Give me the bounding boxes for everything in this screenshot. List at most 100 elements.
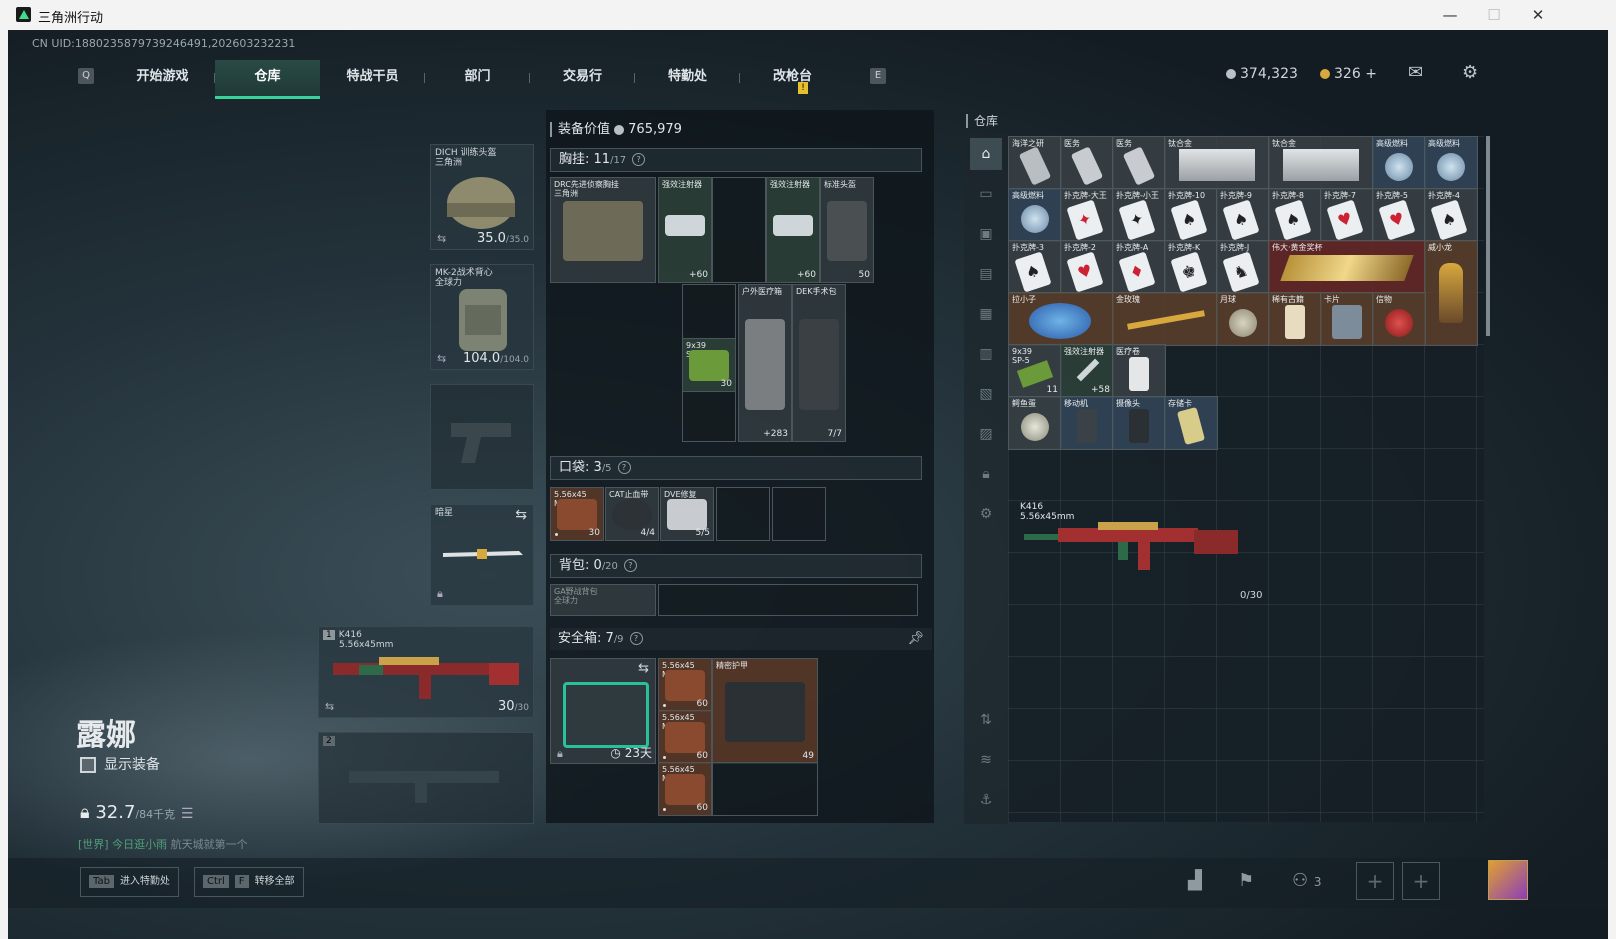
pocket-item[interactable]: 5.56x45M85530: [550, 487, 604, 541]
empty-cell[interactable]: [712, 177, 766, 283]
add-teammate-button[interactable]: +: [1402, 862, 1440, 900]
squad-icon[interactable]: ⚇ 3: [1292, 870, 1322, 891]
category-medical-icon[interactable]: ▦: [970, 298, 1002, 330]
pin-icon[interactable]: 📌︎: [907, 628, 924, 650]
storage-item[interactable]: 钛合金: [1268, 136, 1374, 190]
pistol-slot[interactable]: [430, 384, 534, 490]
storage-item[interactable]: 海洋之研: [1008, 136, 1062, 190]
tab-department[interactable]: 部门: [425, 60, 530, 96]
storage-item[interactable]: 稀有古籍: [1268, 292, 1322, 346]
storage-item[interactable]: 强效注射器 +58: [1060, 344, 1114, 398]
storage-item[interactable]: 扑克牌-10 ♠: [1164, 188, 1218, 242]
nav-left-key[interactable]: Q: [78, 68, 94, 84]
backpack-item[interactable]: GA野战背包 全球力: [550, 584, 656, 616]
primary-weapon-slot[interactable]: 1 K416 5.56x45mm ⇆ 30/30: [318, 626, 534, 718]
category-settings-icon[interactable]: ⚙: [970, 498, 1002, 530]
storage-item[interactable]: 摄像头: [1112, 396, 1166, 450]
storage-grid[interactable]: 海洋之研 医务 医务 钛合金 钛合金 高级燃料 高级燃料 高级燃料 扑克牌-大王…: [1008, 136, 1484, 822]
swap-icon[interactable]: ⇆: [515, 507, 527, 523]
storage-item[interactable]: 高级燃料: [1424, 136, 1478, 190]
transfer-all-hint[interactable]: Ctrl F 转移全部: [194, 867, 304, 897]
tab-gunsmith[interactable]: 改枪台: [740, 60, 845, 96]
chest-item[interactable]: 标准头盔 50: [820, 177, 874, 283]
tab-market[interactable]: 交易行: [530, 60, 635, 96]
chest-item[interactable]: 强效注射器 +60: [658, 177, 712, 283]
storage-item[interactable]: 高级燃料: [1372, 136, 1426, 190]
vest-slot[interactable]: MK-2战术背心 全球力 ⇆ 104.0/104.0: [430, 264, 534, 370]
category-collectibles-icon[interactable]: ▧: [970, 378, 1002, 410]
sort-icon[interactable]: ⇅: [970, 704, 1002, 736]
show-equipment-toggle[interactable]: 显示装备: [80, 754, 160, 774]
category-ammo-icon[interactable]: ▤: [970, 258, 1002, 290]
category-locked-icon[interactable]: 🔒︎: [970, 458, 1002, 490]
storage-item[interactable]: 扑克牌-A ♦: [1112, 240, 1166, 294]
storage-item[interactable]: 钛合金: [1164, 136, 1270, 190]
secondary-weapon-slot[interactable]: 2: [318, 732, 534, 824]
tab-warehouse[interactable]: 仓库: [215, 60, 320, 99]
maximize-button[interactable]: ☐: [1476, 4, 1512, 26]
storage-item[interactable]: 扑克牌-J ♞: [1216, 240, 1270, 294]
storage-scrollbar[interactable]: [1486, 136, 1490, 336]
category-all-icon[interactable]: ⌂: [970, 138, 1002, 170]
swap-icon[interactable]: ⇆: [638, 661, 649, 676]
checkbox[interactable]: [80, 757, 96, 773]
storage-item[interactable]: 拉小子: [1008, 292, 1114, 346]
empty-cell[interactable]: [772, 487, 826, 541]
anchor-icon[interactable]: ⚓︎: [970, 784, 1002, 816]
pocket-item[interactable]: DVE修复 5/5: [660, 487, 714, 541]
storage-item[interactable]: 9x39 SP-5 11: [1008, 344, 1062, 398]
tab-special-ops[interactable]: 特勤处: [635, 60, 740, 96]
safebox-item[interactable]: 精密护甲 49: [712, 658, 818, 764]
safebox-item[interactable]: 5.56x45M855A160: [658, 658, 712, 712]
enter-special-ops-hint[interactable]: Tab 进入特勤处: [80, 867, 179, 897]
tab-operators[interactable]: 特战干员: [320, 60, 425, 96]
storage-item[interactable]: 高级燃料: [1008, 188, 1062, 242]
category-equipment-icon[interactable]: ▣: [970, 218, 1002, 250]
pocket-item[interactable]: CAT止血带 4/4: [605, 487, 659, 541]
chest-rig-item[interactable]: DRC先进侦察胸挂 三角洲: [550, 177, 656, 283]
melee-slot[interactable]: 暗星 ⇆ 🔒︎: [430, 504, 534, 606]
gold-currency[interactable]: 326 +: [1320, 66, 1377, 82]
storage-item[interactable]: 移动机: [1060, 396, 1114, 450]
storage-item[interactable]: 卡片: [1320, 292, 1374, 346]
tab-start-game[interactable]: 开始游戏: [110, 60, 215, 96]
settings-gear-icon[interactable]: ⚙: [1462, 62, 1478, 83]
storage-item[interactable]: 医务: [1060, 136, 1114, 190]
category-keys-icon[interactable]: ▨: [970, 418, 1002, 450]
empty-cell[interactable]: [712, 762, 818, 816]
storage-item[interactable]: 鳄鱼蛋: [1008, 396, 1062, 450]
storage-item[interactable]: 信物: [1372, 292, 1426, 346]
storage-item[interactable]: 扑克牌-小王 ✦: [1112, 188, 1166, 242]
add-teammate-button[interactable]: +: [1356, 862, 1394, 900]
storage-item[interactable]: 伟大·黄金奖杯: [1268, 240, 1426, 294]
category-tools-icon[interactable]: ▥: [970, 338, 1002, 370]
storage-item[interactable]: 存储卡: [1164, 396, 1218, 450]
help-icon[interactable]: ?: [623, 559, 637, 572]
help-icon[interactable]: ?: [617, 461, 631, 474]
storage-item[interactable]: 扑克牌-K ♚: [1164, 240, 1218, 294]
safebox-item[interactable]: 5.56x45M855A160: [658, 762, 712, 816]
storage-item[interactable]: 威小龙: [1424, 240, 1478, 346]
safebox-container[interactable]: ⇆ 🔒︎ ◷ 23天: [550, 658, 656, 764]
close-button[interactable]: ✕: [1520, 4, 1556, 26]
storage-item[interactable]: 扑克牌-9 ♠: [1216, 188, 1270, 242]
category-weapons-icon[interactable]: ▭: [970, 178, 1002, 210]
storage-item[interactable]: 扑克牌-5 ♥: [1372, 188, 1426, 242]
help-icon[interactable]: ?: [629, 632, 643, 645]
player-avatar[interactable]: [1488, 860, 1528, 900]
stats-icon[interactable]: ▟: [1188, 870, 1202, 891]
storage-item[interactable]: 金玫瑰: [1112, 292, 1218, 346]
helmet-slot[interactable]: DICH 训练头盔 三角洲 ⇆ 35.0/35.0: [430, 144, 534, 250]
storage-item[interactable]: 扑克牌-4 ♠: [1424, 188, 1478, 242]
chest-item[interactable]: 强效注射器 +60: [766, 177, 820, 283]
help-icon[interactable]: ?: [632, 153, 646, 166]
storage-item[interactable]: 月球: [1216, 292, 1270, 346]
storage-item[interactable]: 扑克牌-8 ♠: [1268, 188, 1322, 242]
storage-item[interactable]: 医疗卷: [1112, 344, 1166, 398]
empty-cell[interactable]: [716, 487, 770, 541]
storage-item[interactable]: 扑克牌-大王 ✦: [1060, 188, 1114, 242]
mail-icon[interactable]: ✉: [1408, 62, 1423, 83]
storage-item[interactable]: 扑克牌-3 ♠: [1008, 240, 1062, 294]
storage-item[interactable]: 医务: [1112, 136, 1166, 190]
list-icon[interactable]: ☰: [181, 806, 194, 822]
